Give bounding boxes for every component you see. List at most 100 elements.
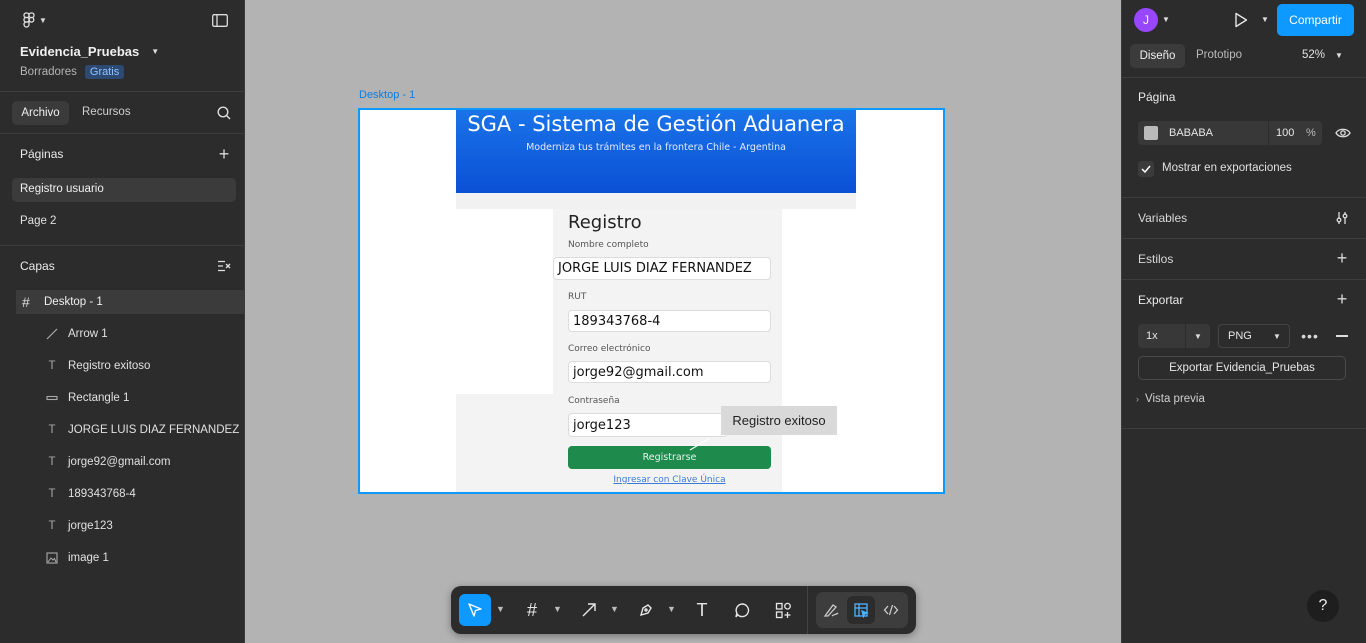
left-panel: ▼ Evidencia_Pruebas ▼ Borradores Gratis … [0, 0, 245, 643]
zoom-value: 52% [1302, 49, 1326, 61]
layer-label: Rectangle 1 [68, 392, 130, 404]
chevron-down-icon[interactable]: ▼ [553, 604, 562, 614]
pen-tool-button[interactable] [630, 594, 662, 626]
chevron-down-icon: ▼ [1273, 331, 1281, 341]
share-button[interactable]: Compartir [1277, 4, 1354, 36]
frame-icon: # [526, 599, 537, 620]
plus-icon: + [1336, 288, 1348, 309]
layer-item[interactable]: T 189343768-4 [16, 482, 245, 506]
layer-frame[interactable]: # Desktop - 1 [16, 290, 245, 314]
page-fill-field[interactable]: BABABA 100 % [1138, 121, 1322, 145]
layer-item[interactable]: Arrow 1 [16, 322, 245, 346]
play-icon [1235, 12, 1248, 28]
text-icon: T [48, 520, 56, 532]
layer-item[interactable]: Tjorge92@gmail.com [16, 450, 245, 474]
move-tool-button[interactable] [459, 594, 491, 626]
visibility-toggle[interactable] [1334, 125, 1352, 141]
design-mode-button[interactable] [847, 596, 875, 624]
banner-gap [456, 193, 856, 209]
file-location[interactable]: Borradores [20, 66, 77, 78]
add-export-button[interactable]: + [1334, 288, 1350, 309]
page-item-active[interactable]: Registro usuario [12, 178, 236, 202]
bottom-toolbar: ▼ # ▼ ▼ ▼ T [451, 586, 916, 634]
frame-tool-button[interactable]: # [516, 594, 548, 626]
comment-tool-button[interactable] [726, 594, 758, 626]
pen-icon [639, 604, 652, 617]
layer-item[interactable]: T JORGE LUIS DIAZ FERNANDEZ [16, 418, 245, 442]
canvas[interactable]: Desktop - 1 SGA - Sistema de Gestión Adu… [245, 0, 1121, 643]
submit-button[interactable]: Registrarse [568, 446, 771, 469]
apps-icon [775, 602, 791, 618]
right-panel: J ▼ ▼ Compartir Diseño Prototipo 52% ▼ P… [1121, 0, 1366, 643]
remove-export-button[interactable] [1336, 335, 1348, 337]
chevron-down-icon: ▼ [1335, 50, 1343, 60]
chevron-down-icon[interactable]: ▼ [667, 604, 676, 614]
tab-prototype[interactable]: Prototipo [1196, 49, 1242, 61]
chevron-down-icon[interactable]: ▼ [1162, 15, 1170, 24]
file-name: Evidencia_Pruebas [20, 44, 140, 59]
input-name[interactable]: JORGE LUIS DIAZ FERNANDEZ [553, 257, 771, 280]
layer-label: image 1 [68, 552, 109, 564]
preview-label: Vista previa [1145, 393, 1205, 405]
toggle-sidebar-button[interactable] [211, 12, 229, 28]
text-icon: T [696, 599, 708, 620]
color-swatch[interactable] [1144, 126, 1158, 140]
pages-title: Páginas [20, 147, 64, 161]
label-name: Nombre completo [568, 240, 649, 250]
banner: SGA - Sistema de Gestión Aduanera Modern… [456, 110, 856, 193]
help-button[interactable]: ? [1307, 590, 1339, 622]
input-rut[interactable]: 189343768-4 [568, 310, 771, 332]
add-style-button[interactable]: + [1334, 247, 1350, 268]
line-icon [44, 328, 60, 340]
chevron-down-icon[interactable]: ▼ [1261, 15, 1269, 24]
page-color-hex[interactable]: BABABA [1169, 127, 1213, 139]
layer-item[interactable]: image 1 [16, 546, 245, 570]
main-menu-button[interactable]: ▼ [20, 12, 50, 28]
toast-registro-exitoso[interactable]: Registro exitoso [721, 406, 837, 435]
collapse-layers-button[interactable] [216, 258, 232, 274]
file-name-button[interactable]: Evidencia_Pruebas ▼ [20, 44, 159, 59]
present-button[interactable] [1232, 12, 1250, 28]
page-item[interactable]: Page 2 [20, 215, 56, 227]
variables-button[interactable] [1334, 210, 1350, 226]
draw-mode-button[interactable] [817, 596, 845, 624]
frame-label[interactable]: Desktop - 1 [359, 89, 415, 101]
page-opacity-value[interactable]: 100 [1276, 127, 1294, 139]
layer-item[interactable]: T Registro exitoso [16, 354, 245, 378]
search-button[interactable] [216, 105, 232, 121]
label-rut: RUT [568, 292, 587, 302]
figma-logo-icon [23, 12, 35, 28]
export-format-value: PNG [1228, 330, 1252, 342]
plus-icon: + [1336, 247, 1348, 268]
tab-recursos[interactable]: Recursos [82, 106, 131, 118]
clave-unica-link[interactable]: Ingresar con Clave Única [568, 475, 771, 485]
layer-item[interactable]: Rectangle 1 [16, 386, 245, 410]
avatar[interactable]: J [1134, 8, 1158, 32]
preview-toggle[interactable]: › Vista previa [1136, 393, 1205, 405]
cursor-icon [468, 603, 482, 617]
tab-archivo[interactable]: Archivo [12, 101, 69, 125]
export-settings-button[interactable]: ••• [1300, 326, 1320, 346]
actions-button[interactable] [767, 594, 799, 626]
add-page-button[interactable]: + [216, 143, 232, 164]
export-format-dropdown[interactable]: PNG ▼ [1218, 324, 1290, 348]
frame-desktop-1[interactable]: SGA - Sistema de Gestión Aduanera Modern… [358, 108, 945, 494]
tab-design[interactable]: Diseño [1130, 44, 1185, 68]
text-icon: T [48, 488, 56, 500]
chevron-down-icon[interactable]: ▼ [496, 604, 505, 614]
rectangle-icon [44, 392, 60, 404]
export-scale-dropdown[interactable]: 1x ▼ [1138, 324, 1210, 348]
chevron-down-icon[interactable]: ▼ [610, 604, 619, 614]
shape-tool-button[interactable] [573, 594, 605, 626]
dev-mode-button[interactable] [877, 596, 905, 624]
plus-icon: + [218, 143, 230, 164]
input-email[interactable]: jorge92@gmail.com [568, 361, 771, 383]
text-tool-button[interactable]: T [686, 594, 718, 626]
layer-label: jorge123 [68, 520, 113, 532]
layer-item[interactable]: Tjorge123 [16, 514, 245, 538]
show-exports-checkbox[interactable] [1138, 161, 1154, 177]
zoom-dropdown[interactable]: 52% ▼ [1302, 49, 1343, 61]
arrow-shape[interactable] [688, 432, 718, 452]
form-left-area [456, 209, 554, 394]
export-file-button[interactable]: Exportar Evidencia_Pruebas [1138, 356, 1346, 380]
